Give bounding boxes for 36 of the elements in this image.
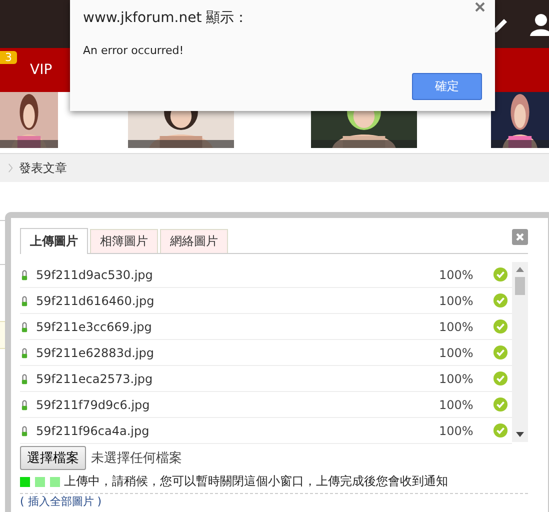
upload-percent: 100% <box>439 398 474 412</box>
upload-percent: 100% <box>439 294 474 308</box>
upload-percent: 100% <box>439 424 474 438</box>
close-icon <box>475 2 485 12</box>
scroll-down-icon[interactable] <box>516 432 524 437</box>
chevron-icon <box>8 163 13 173</box>
file-name: 59f211d616460.jpg <box>36 294 156 308</box>
upload-percent: 100% <box>439 320 474 334</box>
tab[interactable]: 相簿圖片 <box>90 229 158 253</box>
notification-badge: 3 <box>0 51 17 64</box>
insert-all-link[interactable]: ( 插入全部圖片 ) <box>20 495 102 508</box>
close-button[interactable] <box>512 229 528 245</box>
user-icon[interactable] <box>529 11 549 37</box>
upload-percent: 100% <box>439 346 474 360</box>
tab[interactable]: 上傳圖片 <box>20 228 88 254</box>
tab[interactable]: 網絡圖片 <box>160 229 228 253</box>
alert-title: www.jkforum.net 顯示： <box>83 9 250 27</box>
choose-file-button[interactable]: 選擇檔案 <box>20 446 86 470</box>
scroll-up-icon[interactable] <box>516 267 524 272</box>
close-button[interactable] <box>475 2 487 14</box>
file-name: 59f211d9ac530.jpg <box>36 268 154 282</box>
file-name: 59f211e62883d.jpg <box>36 346 155 360</box>
upload-percent: 100% <box>439 372 474 386</box>
scrollbar[interactable] <box>512 262 528 442</box>
alert-message: An error occurred! <box>83 44 185 57</box>
close-icon <box>515 232 525 242</box>
file-name: 59f211f96ca4a.jpg <box>36 424 150 438</box>
file-name: 59f211f79d9c6.jpg <box>36 398 151 412</box>
nav-item[interactable]: VIP <box>30 62 52 78</box>
scrollbar-thumb[interactable] <box>515 277 525 295</box>
upload-percent: 100% <box>439 268 474 282</box>
breadcrumb-item[interactable]: 發表文章 <box>19 160 67 176</box>
upload-status: 上傳中，請稍候，您可以暫時關閉這個小窗口，上傳完成後您會收到通知 <box>64 473 448 490</box>
file-status: 未選擇任何檔案 <box>91 450 182 467</box>
file-name: 59f211eca2573.jpg <box>36 372 154 386</box>
file-name: 59f211e3cc669.jpg <box>36 320 153 334</box>
